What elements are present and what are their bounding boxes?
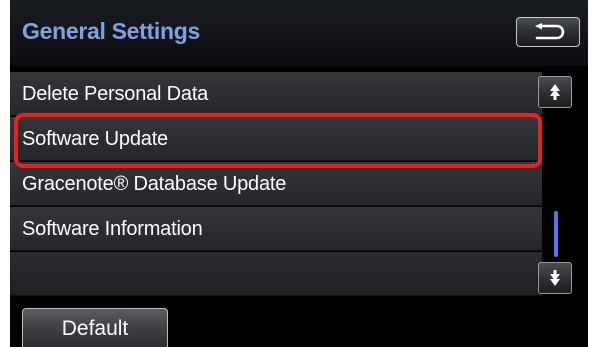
page-title: General Settings — [22, 18, 200, 44]
highlight-outline — [14, 113, 542, 168]
back-button[interactable] — [516, 17, 580, 47]
list-item-software-information[interactable]: Software Information — [10, 207, 542, 251]
scroll-down-button[interactable] — [538, 262, 572, 294]
default-button[interactable]: Default — [22, 308, 168, 347]
bottom-bar: Default — [10, 298, 588, 347]
return-arrow-icon — [535, 23, 565, 40]
list-item-label: Gracenote® Database Update — [22, 173, 287, 195]
scroll-down-icon — [550, 270, 560, 286]
title-bar: General Settings — [10, 0, 588, 66]
scrollbar-track[interactable] — [538, 110, 572, 260]
list-item-gracenote-database-update[interactable]: Gracenote® Database Update — [10, 162, 542, 206]
scroll-up-button[interactable] — [538, 76, 572, 108]
list-item-empty — [10, 252, 542, 296]
scrollbar-thumb[interactable] — [554, 211, 558, 257]
list-item-label: Software Information — [22, 218, 203, 240]
settings-list: Delete Personal Data Software Update Gra… — [10, 72, 588, 298]
scroll-up-icon — [550, 84, 560, 100]
list-item-label: Delete Personal Data — [22, 83, 209, 105]
general-settings-screen: General Settings Delete Personal Data So… — [10, 0, 588, 347]
list-item-delete-personal-data[interactable]: Delete Personal Data — [10, 72, 542, 116]
